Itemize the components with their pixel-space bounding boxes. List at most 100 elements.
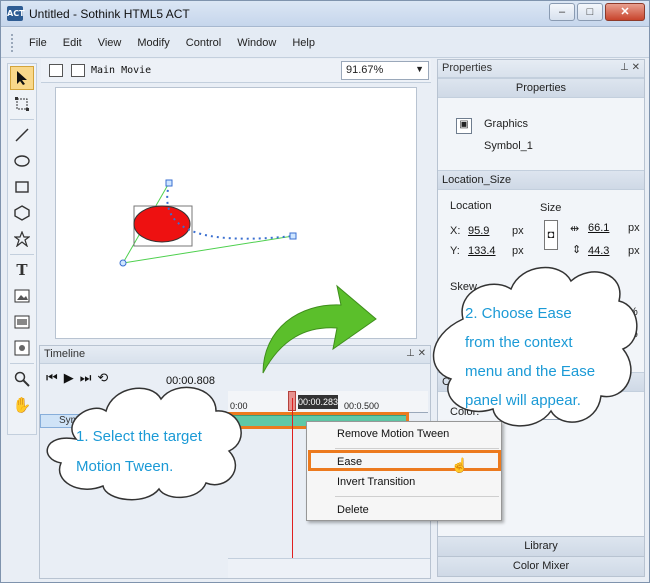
path-handle (289, 232, 297, 240)
timeline-ruler[interactable]: 0:00 00:00.283 00:0.500 (228, 391, 428, 413)
toolbox: T ✋ (7, 63, 37, 435)
menu-invert-transition[interactable]: Invert Transition (337, 476, 415, 488)
width-unit: px (628, 222, 640, 234)
line-tool-icon[interactable] (10, 123, 34, 147)
step2-line4: panel will appear. (465, 392, 581, 409)
zoom-select[interactable]: 91.67% ▼ (341, 61, 429, 80)
timeline-title: Timeline (44, 348, 86, 360)
scale-x-value[interactable]: 100 (588, 306, 606, 318)
title-bar: ACT Untitled - Sothink HTML5 ACT – □ ✕ (1, 1, 649, 27)
step2-line2: from the context (465, 334, 573, 351)
graphics-icon: ▣ (456, 118, 472, 134)
path-handle (165, 179, 173, 187)
toolbox-separator (10, 363, 34, 364)
motion-path-graphic (119, 179, 297, 267)
menu-grip (11, 33, 15, 52)
hand-tool-icon[interactable]: ✋ (10, 393, 34, 417)
y-unit: px (512, 245, 524, 257)
loop-icon[interactable]: ⟲ (97, 370, 108, 386)
symbol-name: Symbol_1 (484, 140, 533, 152)
maximize-button[interactable]: □ (577, 3, 603, 21)
play-icon[interactable]: ▶ (64, 370, 74, 386)
height-unit: px (628, 245, 640, 257)
y-value[interactable]: 133.4 (468, 245, 496, 257)
menu-modify[interactable]: Modify (129, 29, 177, 57)
menu-control[interactable]: Control (178, 29, 229, 57)
forward-icon[interactable]: ⏭ (80, 370, 92, 386)
chevron-down-icon: ▼ (415, 64, 424, 74)
red-ellipse-symbol (133, 205, 191, 243)
pin-icon[interactable]: ⊥ ✕ (406, 348, 426, 359)
menu-bar: File Edit View Modify Control Window Hel… (1, 28, 649, 58)
app-icon: ACT (7, 6, 25, 21)
scale-y-unit: % (628, 328, 638, 340)
library-tab[interactable]: Library (438, 536, 644, 556)
x-label: X: (450, 225, 461, 237)
menu-window[interactable]: Window (229, 29, 284, 57)
timeline-header: Timeline ⊥ ✕ (40, 346, 430, 364)
step1-line2: Motion Tween. (76, 458, 174, 475)
y-label: Y: (450, 245, 460, 257)
ellipse-tool-icon[interactable] (10, 149, 34, 173)
star-tool-icon[interactable] (10, 227, 34, 251)
timeline-zoom-bar[interactable] (228, 558, 430, 578)
height-value[interactable]: 44.3 (588, 245, 609, 257)
scale-y-value[interactable]: 100 (588, 328, 606, 340)
lock-ratio-icon[interactable]: ◘ (544, 220, 558, 250)
toolbox-separator (10, 254, 34, 255)
ruler-tick: 00:0.500 (344, 401, 380, 411)
zoom-value: 91.67% (346, 64, 384, 76)
select-tool-icon[interactable] (10, 66, 34, 90)
window-title: Untitled - Sothink HTML5 ACT (29, 7, 190, 21)
scene-icon[interactable] (71, 64, 85, 77)
polygon-tool-icon[interactable] (10, 201, 34, 225)
rectangle-tool-icon[interactable] (10, 175, 34, 199)
menu-file[interactable]: File (21, 29, 55, 57)
stage-toolbar: Main Movie 91.67% ▼ (41, 59, 431, 83)
menu-delete[interactable]: Delete (337, 504, 369, 516)
scale-label: Scale (540, 281, 568, 293)
menu-remove-motion-tween[interactable]: Remove Motion Tween (337, 428, 449, 440)
stage-area: Main Movie 91.67% ▼ (41, 59, 431, 341)
width-value[interactable]: 66.1 (588, 222, 609, 234)
text-tool-icon[interactable]: T (10, 258, 34, 282)
playhead-time: 00:00.283 (298, 395, 339, 409)
context-menu: Remove Motion Tween Ease Invert Transiti… (306, 421, 502, 521)
step2-line1: 2. Choose Ease (465, 305, 572, 322)
size-label: Size (540, 202, 562, 214)
skew-label: Skew (450, 281, 477, 293)
playback-controls: ⏮ ▶ ⏭ ⟲ (46, 370, 108, 386)
properties-title: Properties (442, 62, 493, 74)
menu-separator (335, 448, 499, 449)
properties-tab[interactable]: Properties (438, 78, 644, 98)
color-mixer-tab[interactable]: Color Mixer (438, 556, 644, 576)
x-unit: px (512, 225, 524, 237)
rewind-icon[interactable]: ⏮ (46, 370, 58, 386)
menu-view[interactable]: View (90, 29, 130, 57)
location-label: Location (450, 200, 492, 212)
playhead-line (292, 398, 293, 558)
height-icon: ⇕ (572, 244, 582, 256)
zoom-tool-icon[interactable] (10, 367, 34, 391)
scale-x-unit: % (628, 306, 638, 318)
stage-canvas[interactable] (55, 87, 417, 339)
menu-edit[interactable]: Edit (55, 29, 90, 57)
x-value[interactable]: 95.9 (468, 225, 489, 237)
ease-highlight-box (308, 450, 501, 471)
width-icon: ⇹ (570, 223, 580, 235)
toolbox-separator (10, 119, 34, 120)
menu-help[interactable]: Help (284, 29, 323, 57)
ruler-tick: 0:00 (230, 401, 248, 411)
transform-tool-icon[interactable] (10, 92, 34, 116)
component-tool-icon[interactable] (10, 336, 34, 360)
menu-separator (335, 496, 499, 497)
step2-line3: menu and the Ease (465, 363, 596, 380)
image-tool-icon[interactable] (10, 284, 34, 308)
button-tool-icon[interactable] (10, 310, 34, 334)
symbol-type: Graphics (484, 118, 529, 130)
pin-icon[interactable]: ⊥ ✕ (620, 62, 640, 73)
location-size-section[interactable]: Location_Size (438, 170, 644, 190)
minimize-button[interactable]: – (549, 3, 575, 21)
folder-icon[interactable] (49, 64, 63, 77)
close-button[interactable]: ✕ (605, 3, 645, 21)
